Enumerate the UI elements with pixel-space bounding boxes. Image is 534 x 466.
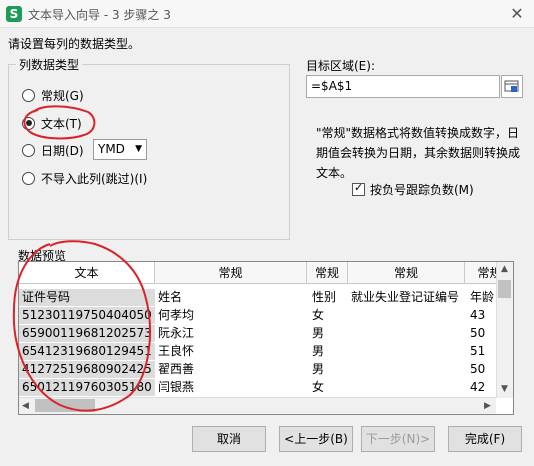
radio-circle[interactable] xyxy=(22,143,35,157)
scroll-right-icon[interactable]: ▶ xyxy=(484,401,491,411)
table-cell: 50 xyxy=(470,362,486,376)
radio-general-label: 常规(G) xyxy=(41,88,84,103)
checkbox-box[interactable] xyxy=(352,181,365,196)
table-cell: 65900119681202573 xyxy=(19,325,155,342)
table-cell: 王良怀 xyxy=(158,344,195,358)
table-cell: 男 xyxy=(312,362,325,376)
radio-skip-label: 不导入此列(跳过)(I) xyxy=(41,171,148,186)
close-icon[interactable]: ✕ xyxy=(504,2,530,26)
table-cell: 42 xyxy=(470,380,486,394)
target-area-input[interactable]: =$A$1 xyxy=(306,75,500,98)
table-cell: 65012119760305180 xyxy=(19,379,155,396)
table-cell: 65412319680129451 xyxy=(19,343,155,360)
range-select-button[interactable] xyxy=(501,75,523,98)
table-cell: 女 xyxy=(312,380,325,394)
table-cell: 闫银燕 xyxy=(158,380,195,394)
table-cell: 43 xyxy=(470,308,486,322)
next-button[interactable]: 下一步(N)> xyxy=(361,426,435,452)
table-cell: 证件号码 xyxy=(19,289,155,306)
table-cell xyxy=(348,361,465,378)
chevron-down-icon: ▼ xyxy=(135,144,142,154)
data-preview-grid[interactable]: 文本 常规 常规 常规 常规 证件号码 姓名 性别 就业失业登记证编号 年龄 5… xyxy=(18,261,514,415)
table-cell: 男 xyxy=(312,344,325,358)
column-header[interactable]: 文本 xyxy=(19,262,155,284)
finish-button[interactable]: 完成(F) xyxy=(448,426,522,452)
table-cell: 阮永江 xyxy=(158,326,195,340)
radio-skip[interactable]: 不导入此列(跳过)(I) xyxy=(22,168,147,188)
table-cell: 50 xyxy=(470,326,486,340)
table-cell: 男 xyxy=(312,326,325,340)
table-cell xyxy=(348,325,465,342)
scroll-up-icon[interactable]: ▲ xyxy=(501,264,508,274)
column-header[interactable]: 常规 xyxy=(348,262,465,284)
cancel-button[interactable]: 取消 xyxy=(192,426,266,452)
range-select-icon xyxy=(504,80,519,92)
negative-sign-checkbox[interactable]: 按负号跟踪负数(M) xyxy=(352,181,474,198)
table-cell xyxy=(348,343,465,360)
table-cell: 翟西善 xyxy=(158,362,195,376)
scroll-down-icon[interactable]: ▼ xyxy=(501,384,508,394)
table-cell: 41272519680902425 xyxy=(19,361,155,378)
date-format-value: YMD xyxy=(98,142,125,156)
radio-date[interactable]: 日期(D) xyxy=(22,140,84,160)
table-cell: 51 xyxy=(470,344,486,358)
radio-text[interactable]: 文本(T) xyxy=(22,113,82,133)
radio-general[interactable]: 常规(G) xyxy=(22,85,84,105)
table-cell: 性别 xyxy=(312,290,337,304)
table-cell xyxy=(348,379,465,396)
target-area-label: 目标区域(E): xyxy=(306,59,375,73)
negative-sign-label: 按负号跟踪负数(M) xyxy=(370,183,474,197)
app-icon: S xyxy=(6,6,22,22)
radio-circle[interactable] xyxy=(22,88,35,102)
table-cell: 就业失业登记证编号 xyxy=(351,290,460,304)
format-description: "常规"数据格式将数值转换成数字，日期值会转换为日期，其余数据则转换成文本。 xyxy=(316,126,521,180)
column-header[interactable]: 常规 xyxy=(307,262,348,284)
horizontal-scroll-thumb[interactable] xyxy=(35,399,95,412)
instruction-text: 请设置每列的数据类型。 xyxy=(8,37,141,51)
table-cell: 51230119750404050 xyxy=(19,307,155,324)
date-format-select[interactable]: YMD ▼ xyxy=(93,139,147,160)
radio-text-label: 文本(T) xyxy=(41,116,82,131)
vertical-scroll-thumb[interactable] xyxy=(498,280,511,298)
table-cell: 何孝均 xyxy=(158,308,195,322)
table-cell xyxy=(348,307,465,324)
table-cell: 姓名 xyxy=(158,290,183,304)
column-header[interactable]: 常规 xyxy=(155,262,307,284)
radio-circle[interactable] xyxy=(22,171,35,185)
scroll-left-icon[interactable]: ◀ xyxy=(22,401,29,411)
window-title: 文本导入向导 - 3 步骤之 3 xyxy=(28,8,171,22)
radio-circle[interactable] xyxy=(22,116,35,130)
radio-date-label: 日期(D) xyxy=(41,143,84,158)
table-cell: 女 xyxy=(312,308,325,322)
back-button[interactable]: <上一步(B) xyxy=(279,426,353,452)
column-type-legend: 列数据类型 xyxy=(16,56,83,73)
table-cell: 年龄 xyxy=(470,290,495,304)
